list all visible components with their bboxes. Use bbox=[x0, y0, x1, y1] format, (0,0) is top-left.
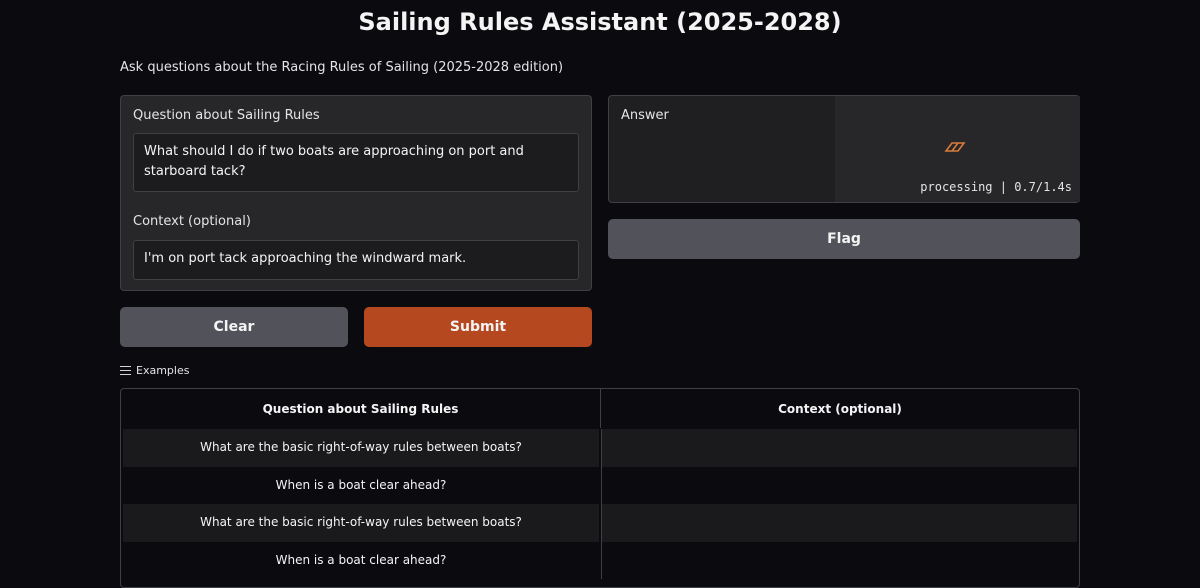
example-question-cell[interactable]: What are the basic right-of-way rules be… bbox=[123, 429, 599, 467]
answer-progress-area: processing | 0.7/1.4s bbox=[835, 96, 1080, 202]
question-input[interactable]: What should I do if two boats are approa… bbox=[133, 133, 579, 192]
page-subtitle: Ask questions about the Racing Rules of … bbox=[120, 60, 564, 75]
example-question-cell[interactable]: When is a boat clear ahead? bbox=[121, 467, 601, 505]
examples-label: Examples bbox=[136, 364, 190, 377]
answer-label: Answer bbox=[621, 108, 669, 123]
examples-header[interactable]: Examples bbox=[120, 364, 189, 377]
submit-button[interactable]: Submit bbox=[364, 307, 592, 347]
table-row[interactable]: When is a boat clear ahead? bbox=[121, 466, 1079, 505]
spinner-icon bbox=[944, 142, 966, 152]
column-header-context: Context (optional) bbox=[778, 402, 902, 416]
processing-status: processing | 0.7/1.4s bbox=[920, 180, 1072, 194]
question-label: Question about Sailing Rules bbox=[133, 108, 320, 123]
table-row[interactable]: What are the basic right-of-way rules be… bbox=[121, 504, 1079, 542]
flag-button[interactable]: Flag bbox=[608, 219, 1080, 259]
example-question-cell[interactable]: When is a boat clear ahead? bbox=[121, 542, 601, 580]
context-label: Context (optional) bbox=[133, 214, 251, 229]
input-panel: Question about Sailing Rules What should… bbox=[120, 95, 592, 291]
table-row[interactable]: What are the basic right-of-way rules be… bbox=[121, 429, 1079, 467]
column-header-question: Question about Sailing Rules bbox=[121, 389, 601, 428]
example-question-cell[interactable]: What are the basic right-of-way rules be… bbox=[123, 504, 599, 542]
example-context-cell[interactable] bbox=[601, 541, 1079, 579]
page-title: Sailing Rules Assistant (2025-2028) bbox=[358, 8, 842, 36]
context-input[interactable]: I'm on port tack approaching the windwar… bbox=[133, 240, 579, 280]
examples-table: Question about Sailing Rules Context (op… bbox=[120, 388, 1080, 588]
table-header: Question about Sailing Rules Context (op… bbox=[121, 389, 1079, 429]
example-context-cell[interactable] bbox=[601, 504, 1077, 542]
list-icon bbox=[120, 366, 131, 375]
example-context-cell[interactable] bbox=[601, 466, 1079, 504]
table-row[interactable]: When is a boat clear ahead? bbox=[121, 541, 1079, 580]
clear-button[interactable]: Clear bbox=[120, 307, 348, 347]
answer-panel: Answer processing | 0.7/1.4s bbox=[608, 95, 1080, 203]
example-context-cell[interactable] bbox=[601, 429, 1077, 467]
